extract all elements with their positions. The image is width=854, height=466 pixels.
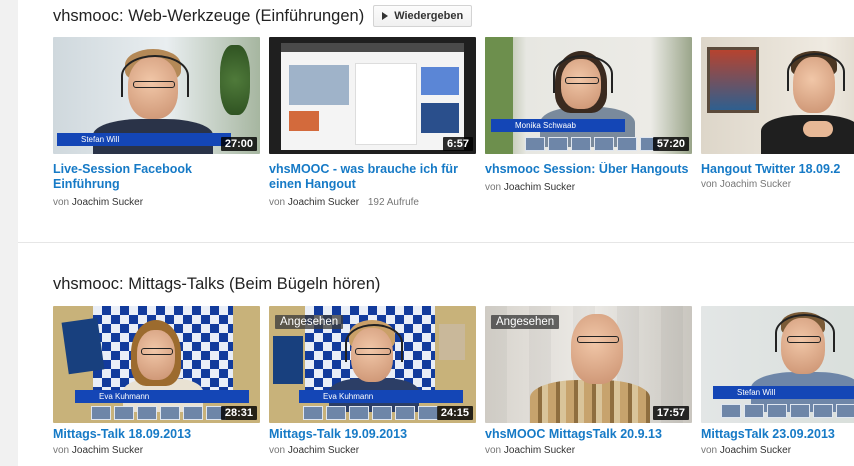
channel-link[interactable]: Joachim Sucker [720, 179, 791, 190]
video-title[interactable]: Hangout Twitter 18.09.2 [701, 162, 854, 177]
video-duration: 57:20 [652, 137, 689, 151]
name-overlay: Stefan Will [713, 386, 854, 399]
video-thumbnail[interactable]: Monika Schwaab 57:20 [485, 37, 692, 154]
video-thumbnail[interactable]: Eva Kuhmann 28:31 [53, 306, 260, 423]
channel-link[interactable]: Joachim Sucker [504, 445, 575, 456]
channel-link[interactable]: Joachim Sucker [720, 445, 791, 456]
by-label: von [485, 445, 502, 456]
video-title[interactable]: MittagsTalk 23.09.2013 [701, 427, 854, 442]
watched-badge: Angesehen [275, 315, 344, 329]
video-thumbnail[interactable]: 6:57 [269, 37, 476, 154]
video-card: Monika Schwaab 57:20 vhsmooc Session: Üb… [485, 37, 692, 208]
video-meta: von Joachim Sucker 192 Aufrufe [269, 197, 476, 208]
by-label: von [485, 182, 502, 193]
video-duration: 24:15 [436, 406, 473, 420]
play-icon [382, 12, 389, 20]
video-thumbnail[interactable]: Eva Kuhmann Angesehen 24:15 [269, 306, 476, 423]
shelf-title[interactable]: vhsmooc: Web-Werkzeuge (Einführungen) [53, 7, 364, 26]
video-meta: von Joachim Sucker [701, 179, 854, 190]
shelf-header: vhsmooc: Mittags-Talks (Beim Bügeln höre… [53, 275, 380, 294]
shelf-title[interactable]: vhsmooc: Mittags-Talks (Beim Bügeln höre… [53, 275, 380, 294]
video-grid: Stefan Will 27:00 Live-Session Facebook … [53, 37, 854, 208]
video-card: Eva Kuhmann Angesehen 24:15 Mittags-Talk… [269, 306, 476, 456]
playlist-shelf-mittags-talks: vhsmooc: Mittags-Talks (Beim Bügeln höre… [53, 270, 854, 466]
by-label: von [701, 445, 718, 456]
video-card: Stefan Will 27:00 Live-Session Facebook … [53, 37, 260, 208]
video-title[interactable]: Live-Session Facebook Einführung [53, 162, 260, 192]
video-card: Eva Kuhmann 28:31 Mittags-Talk 18.09.201… [53, 306, 260, 456]
watched-badge: Angesehen [491, 315, 560, 329]
view-count: 192 Aufrufe [367, 197, 419, 208]
video-duration: 6:57 [442, 137, 473, 151]
left-rail [0, 0, 18, 466]
video-card: 6:57 vhsMOOC - was brauche ich für einen… [269, 37, 476, 208]
playlist-shelf-web-werkzeuge: vhsmooc: Web-Werkzeuge (Einführungen) Wi… [53, 0, 854, 232]
shelf-divider [18, 242, 854, 243]
video-meta: von Joachim Sucker [269, 445, 476, 456]
by-label: von [701, 179, 718, 190]
video-card: Angesehen 17:57 vhsMOOC MittagsTalk 20.9… [485, 306, 692, 456]
name-overlay: Stefan Will [57, 133, 231, 146]
by-label: von [53, 445, 70, 456]
video-meta: von Joachim Sucker [485, 182, 692, 193]
video-card: Hangout Twitter 18.09.2 von Joachim Suck… [701, 37, 854, 208]
video-meta: von Joachim Sucker [701, 445, 854, 456]
play-all-button[interactable]: Wiedergeben [373, 5, 473, 27]
video-meta: von Joachim Sucker [53, 445, 260, 456]
name-overlay: Eva Kuhmann [75, 390, 249, 403]
video-thumbnail[interactable]: Angesehen 17:57 [485, 306, 692, 423]
video-thumbnail[interactable] [701, 37, 854, 154]
video-duration: 27:00 [220, 137, 257, 151]
by-label: von [269, 445, 286, 456]
video-card: Stefan Will MittagsTalk 23.09.2013 von J… [701, 306, 854, 456]
channel-link[interactable]: Joachim Sucker [504, 182, 575, 193]
video-title[interactable]: Mittags-Talk 18.09.2013 [53, 427, 260, 442]
video-thumbnail[interactable]: Stefan Will [701, 306, 854, 423]
video-meta: von Joachim Sucker [53, 197, 260, 208]
video-grid: Eva Kuhmann 28:31 Mittags-Talk 18.09.201… [53, 306, 854, 456]
shelf-header: vhsmooc: Web-Werkzeuge (Einführungen) Wi… [53, 5, 473, 27]
video-duration: 28:31 [220, 406, 257, 420]
channel-link[interactable]: Joachim Sucker [288, 445, 359, 456]
video-meta: von Joachim Sucker [485, 445, 692, 456]
name-overlay: Eva Kuhmann [299, 390, 463, 403]
by-label: von [53, 197, 70, 208]
channel-link[interactable]: Joachim Sucker [72, 445, 143, 456]
video-title[interactable]: vhsMOOC MittagsTalk 20.9.13 [485, 427, 692, 442]
video-title[interactable]: vhsmooc Session: Über Hangouts [485, 162, 692, 177]
video-duration: 17:57 [652, 406, 689, 420]
channel-link[interactable]: Joachim Sucker [72, 197, 143, 208]
play-all-label: Wiedergeben [394, 10, 464, 22]
video-title[interactable]: vhsMOOC - was brauche ich für einen Hang… [269, 162, 476, 192]
channel-link[interactable]: Joachim Sucker [288, 197, 359, 208]
video-thumbnail[interactable]: Stefan Will 27:00 [53, 37, 260, 154]
video-title[interactable]: Mittags-Talk 19.09.2013 [269, 427, 476, 442]
by-label: von [269, 197, 286, 208]
name-overlay: Monika Schwaab [491, 119, 625, 132]
